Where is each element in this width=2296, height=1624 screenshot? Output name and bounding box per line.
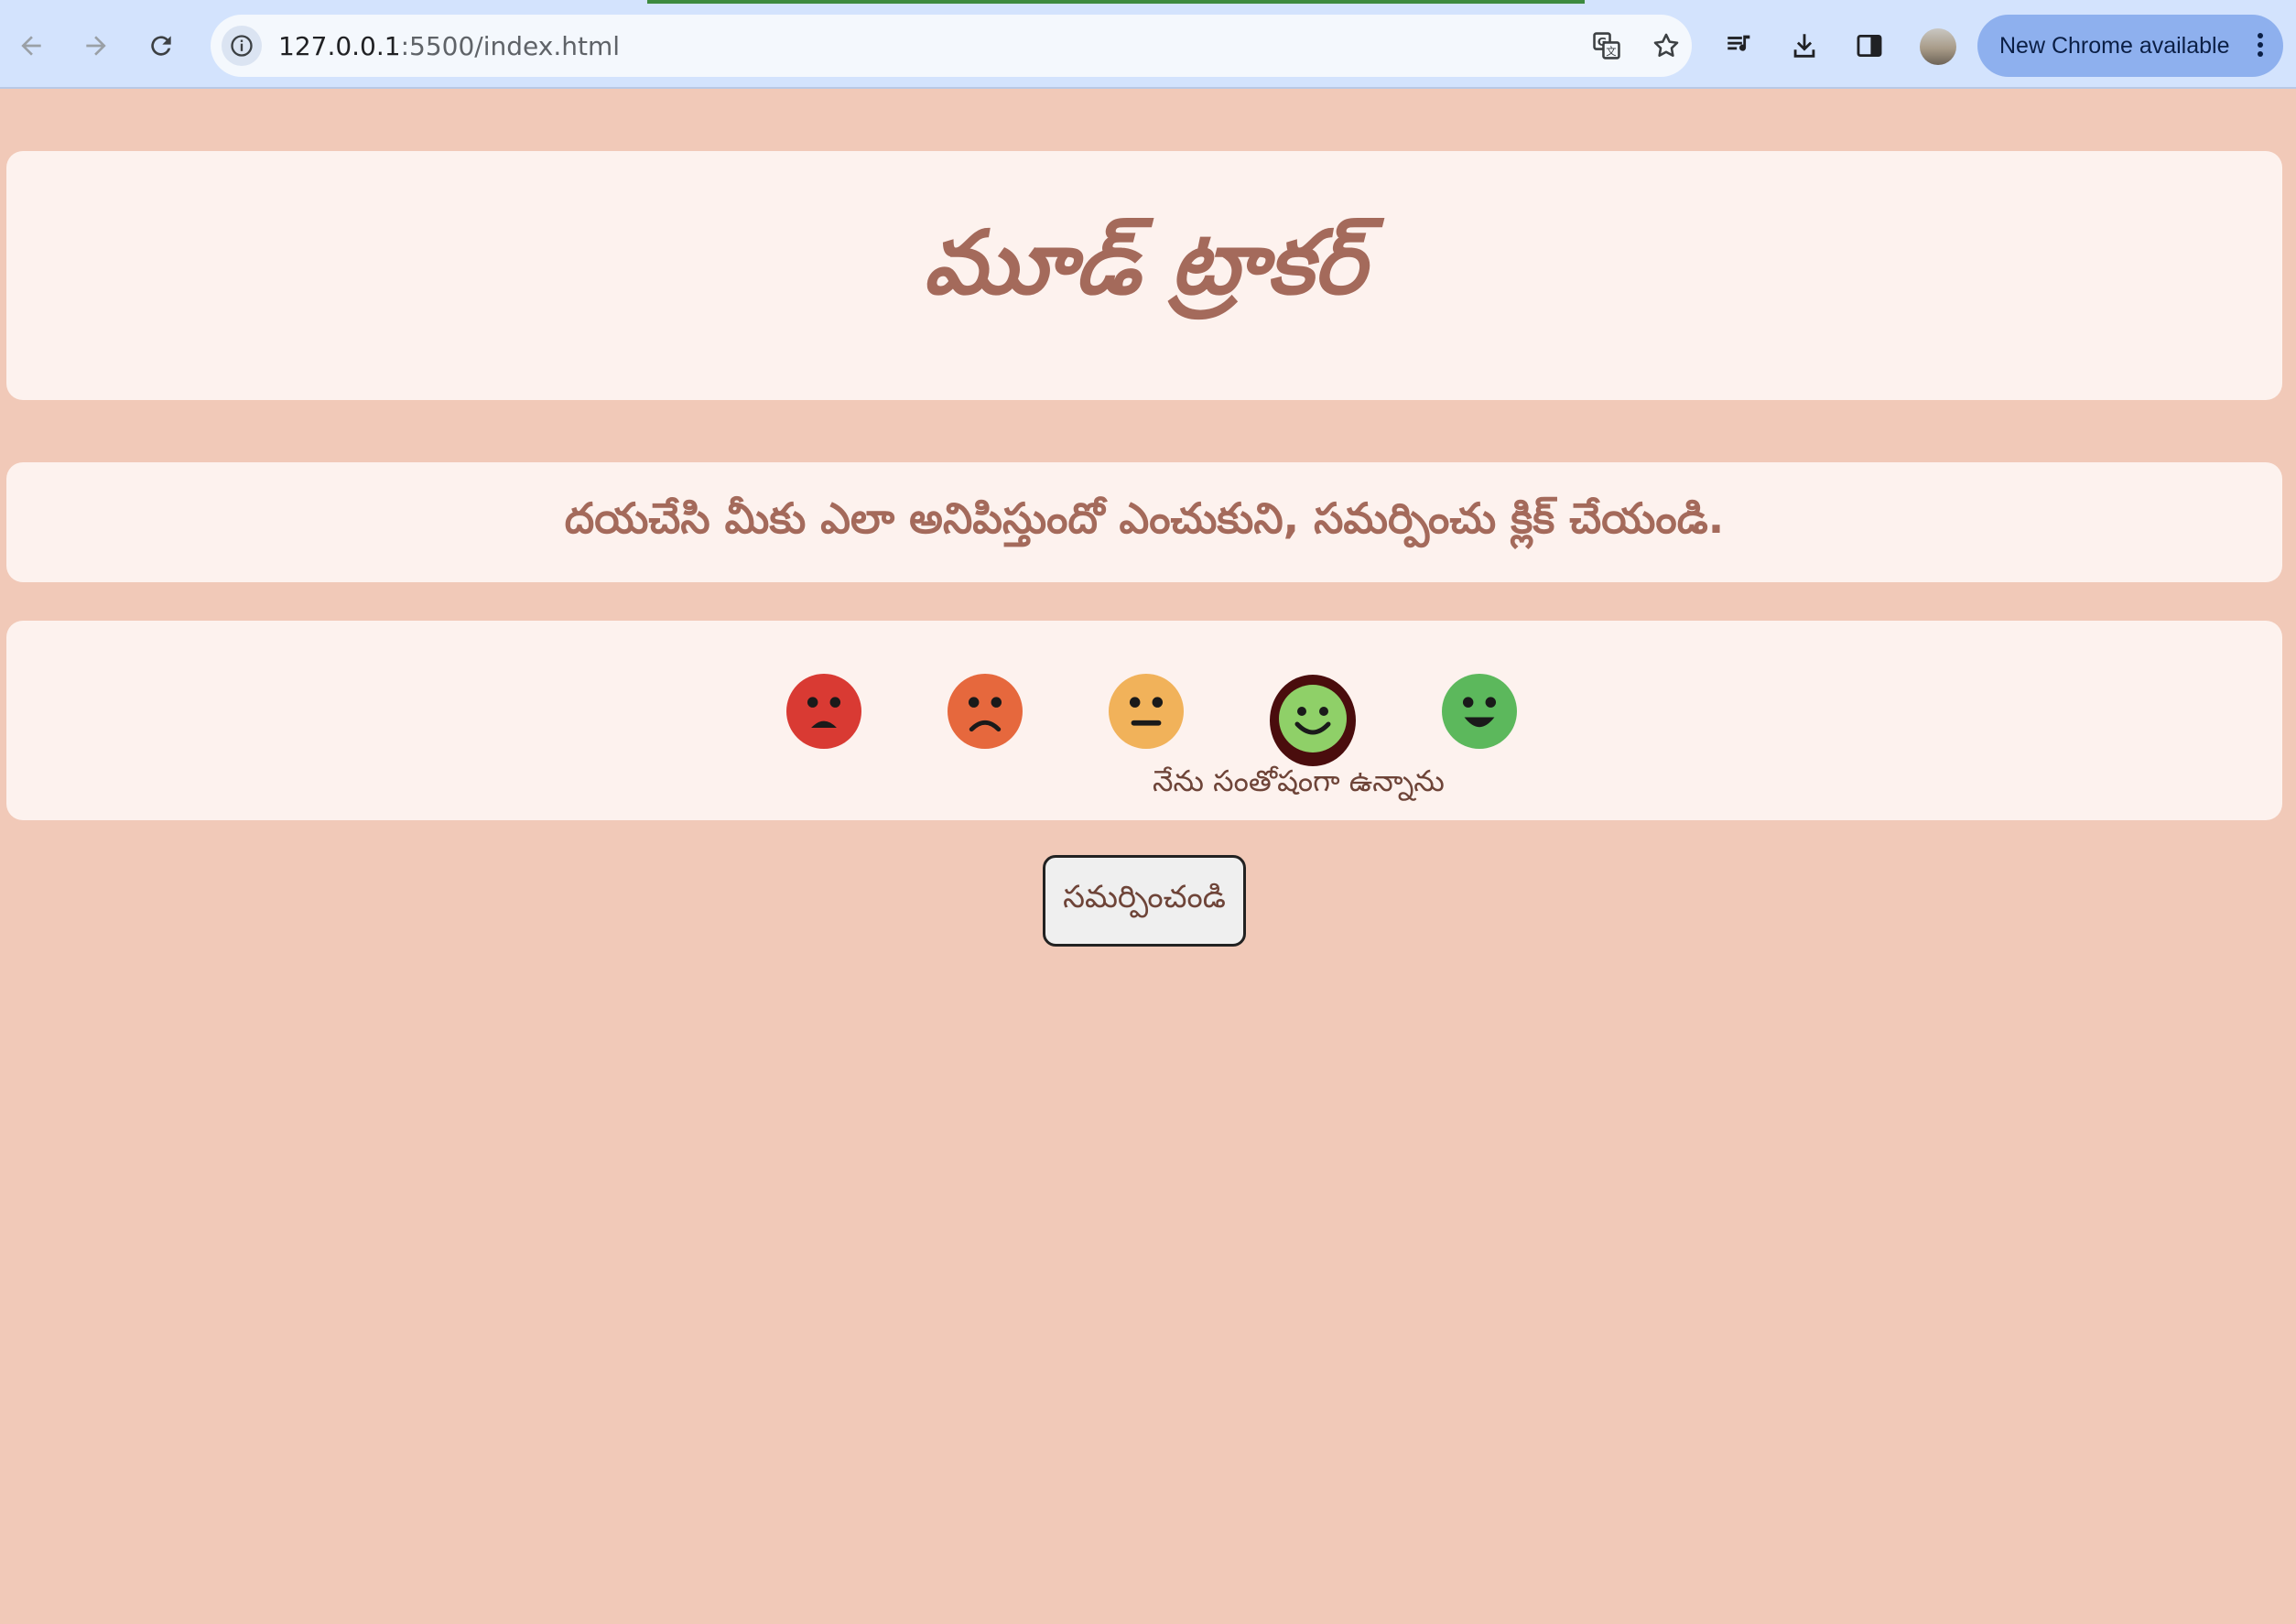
instruction-text: దయచేసి మీకు ఎలా అనిపిస్తుందో ఎంచుకుని, స… — [564, 493, 1725, 543]
very-happy-face-icon — [1442, 674, 1517, 749]
page-title: మూడ్ ట్రాకర్ — [923, 211, 1366, 314]
downloads-icon — [1793, 34, 1815, 58]
bookmark-star-icon — [1653, 33, 1679, 58]
title-card: మూడ్ ట్రాకర్ — [6, 151, 2282, 400]
selected-mood-label: నేను సంతోషంగా ఉన్నాను — [1153, 763, 1445, 798]
site-info-button[interactable] — [222, 26, 262, 66]
mood-neutral-button[interactable] — [1109, 674, 1184, 749]
side-panel-button[interactable] — [1847, 24, 1891, 68]
mood-very-sad-button[interactable] — [786, 674, 861, 749]
reload-button[interactable] — [139, 24, 183, 68]
back-button[interactable] — [9, 24, 53, 68]
update-chrome-label: New Chrome available — [1999, 33, 2230, 59]
url-text: 127.0.0.1:5500/index.html — [278, 31, 620, 61]
media-controls-icon — [1727, 35, 1750, 51]
sad-face-icon — [948, 674, 1023, 749]
reload-icon — [151, 36, 171, 56]
mood-sad-button[interactable] — [948, 674, 1023, 749]
instruction-card: దయచేసి మీకు ఎలా అనిపిస్తుందో ఎంచుకుని, స… — [6, 462, 2282, 582]
site-info-icon — [231, 35, 253, 57]
url-host: 127.0.0.1 — [278, 31, 401, 61]
page-load-progress — [647, 0, 1585, 4]
forward-icon — [86, 36, 106, 56]
translate-button[interactable]: G 文 — [1588, 27, 1625, 64]
downloads-button[interactable] — [1782, 24, 1826, 68]
back-icon — [21, 36, 41, 56]
side-panel-icon — [1857, 34, 1882, 58]
very-sad-face-icon — [786, 674, 861, 749]
browser-toolbar: 127.0.0.1:5500/index.html G 文 New Chrome… — [0, 0, 2296, 89]
mood-very-happy-button[interactable] — [1442, 674, 1517, 749]
address-bar[interactable]: 127.0.0.1:5500/index.html G 文 — [211, 15, 1692, 77]
update-chrome-button[interactable]: New Chrome available — [1977, 15, 2283, 77]
happy-face-icon — [1270, 675, 1356, 766]
translate-icon: G 文 — [1593, 32, 1620, 60]
bookmark-button[interactable] — [1648, 27, 1684, 64]
media-controls-button[interactable] — [1717, 24, 1761, 68]
more-menu-icon[interactable] — [2258, 33, 2265, 60]
profile-avatar[interactable] — [1920, 28, 1956, 65]
forward-button[interactable] — [74, 24, 118, 68]
submit-button[interactable]: సమర్పించండి — [1043, 855, 1246, 947]
neutral-face-icon — [1109, 674, 1184, 749]
mood-happy-button[interactable] — [1270, 675, 1356, 766]
url-path: :5500/index.html — [400, 31, 621, 61]
svg-text:文: 文 — [1606, 45, 1616, 58]
